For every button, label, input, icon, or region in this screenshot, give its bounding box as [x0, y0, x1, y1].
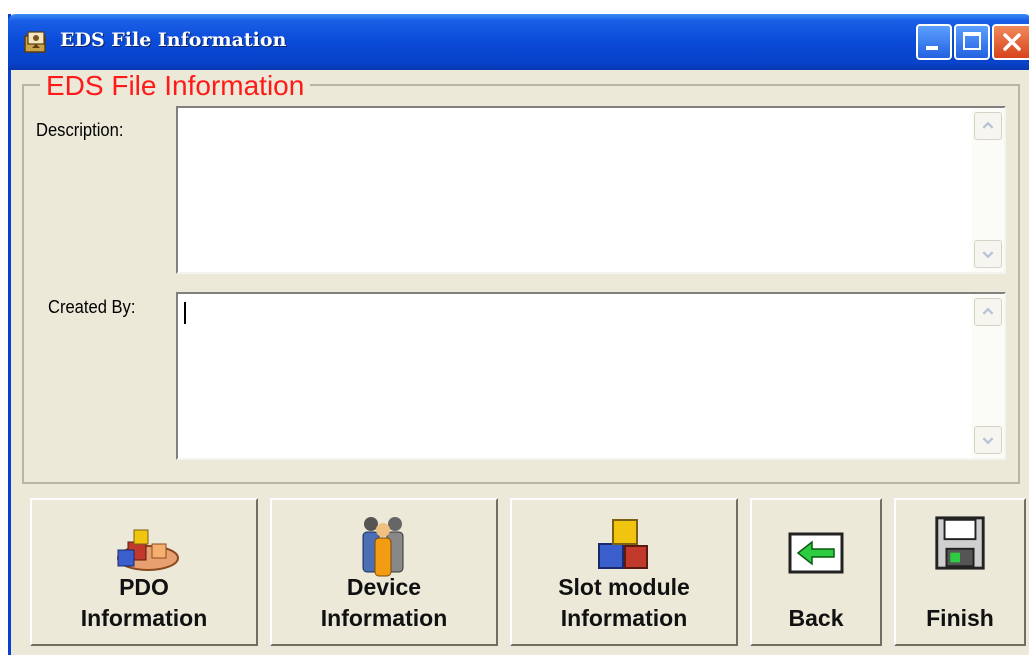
- description-scrollbar[interactable]: [972, 108, 1004, 272]
- scroll-up-button[interactable]: [974, 112, 1002, 140]
- scroll-down-button[interactable]: [974, 240, 1002, 268]
- maximize-button[interactable]: [954, 24, 990, 60]
- minimize-icon: [926, 46, 938, 50]
- close-icon: [1003, 33, 1021, 51]
- finish-label: Finish: [926, 605, 994, 631]
- finish-button[interactable]: Finish: [894, 498, 1026, 646]
- back-arrow-icon: [788, 532, 844, 574]
- pdo-information-button[interactable]: PDO Information: [30, 498, 258, 646]
- window-title: EDS File Information: [60, 29, 287, 51]
- maximize-icon: [963, 32, 981, 50]
- people-icon: [362, 517, 404, 577]
- description-field[interactable]: [176, 106, 1006, 274]
- description-label: Description:: [36, 120, 124, 140]
- slot-module-information-button[interactable]: Slot module Information: [510, 498, 738, 646]
- folder-app-icon: [24, 31, 46, 53]
- chevron-down-icon: [982, 251, 994, 259]
- back-label: Back: [788, 605, 844, 631]
- pdo-icon: [117, 529, 179, 571]
- scroll-up-button[interactable]: [974, 298, 1002, 326]
- slot-module-information-label: Slot module Information: [558, 574, 690, 631]
- floppy-disk-icon: [935, 516, 985, 570]
- chevron-up-icon: [982, 121, 994, 129]
- created-by-field[interactable]: [176, 292, 1006, 460]
- created-by-scrollbar[interactable]: [972, 294, 1004, 458]
- text-caret: [184, 302, 186, 324]
- close-button[interactable]: [992, 24, 1029, 60]
- chevron-down-icon: [982, 437, 994, 445]
- cubes-icon: [598, 519, 648, 569]
- device-information-button[interactable]: Device Information: [270, 498, 498, 646]
- chevron-up-icon: [982, 307, 994, 315]
- created-by-label: Created By:: [48, 297, 136, 317]
- title-bar[interactable]: EDS File Information: [8, 14, 1029, 70]
- group-legend: EDS File Information: [40, 70, 311, 102]
- back-button[interactable]: Back: [750, 498, 882, 646]
- minimize-button[interactable]: [916, 24, 952, 60]
- pdo-information-label: PDO Information: [80, 574, 208, 631]
- device-information-label: Device Information: [320, 574, 448, 631]
- scroll-down-button[interactable]: [974, 426, 1002, 454]
